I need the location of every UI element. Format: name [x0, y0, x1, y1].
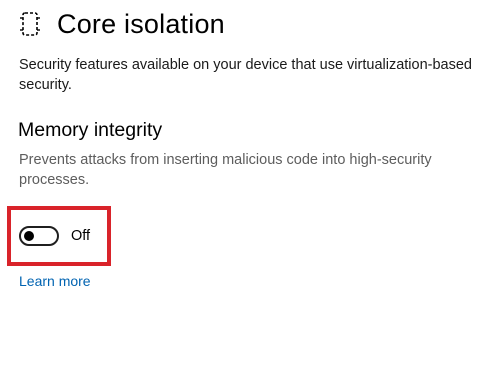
memory-integrity-title: Memory integrity: [18, 119, 163, 141]
core-isolation-chip-icon: [18, 9, 42, 39]
page-header: Core isolation: [18, 6, 225, 42]
learn-more-link[interactable]: Learn more: [19, 272, 91, 290]
toggle-knob: [24, 231, 34, 241]
page-title: Core isolation: [57, 9, 225, 39]
memory-integrity-toggle[interactable]: [19, 226, 59, 246]
memory-integrity-description: Prevents attacks from inserting maliciou…: [19, 152, 432, 188]
toggle-state-label: Off: [71, 228, 91, 244]
page-description: Security features available on your devi…: [19, 57, 472, 93]
memory-integrity-toggle-row: Off: [19, 225, 90, 247]
